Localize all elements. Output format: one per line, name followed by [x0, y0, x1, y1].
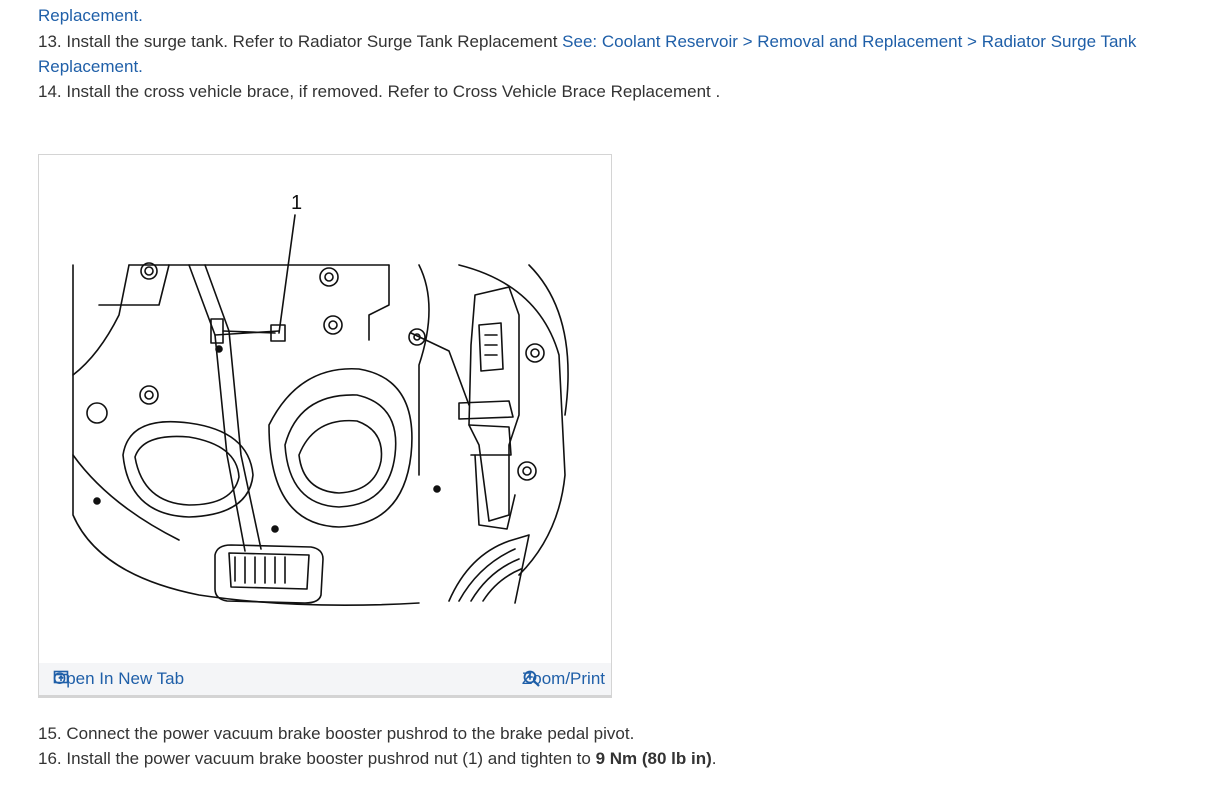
- surge-tank-link[interactable]: See: Coolant Reservoir > Removal and Rep…: [562, 32, 1136, 51]
- open-in-new-tab-icon: [53, 670, 69, 684]
- surge-tank-link-continued[interactable]: Replacement.: [38, 57, 143, 76]
- bolt-markers: [86, 262, 545, 533]
- zoom-print-button[interactable]: Zoom/Print: [522, 669, 605, 689]
- callout-leader: [278, 214, 296, 334]
- step-14-text: 14. Install the cross vehicle brace, if …: [38, 82, 721, 101]
- step-15-text: 15. Connect the power vacuum brake boost…: [38, 724, 635, 743]
- open-in-new-tab-button[interactable]: Open In New Tab: [53, 669, 184, 689]
- brake-pedal-pad: [214, 544, 324, 604]
- figure-footer: Open In New Tab Zoom/Print: [39, 663, 611, 695]
- step-12-link[interactable]: Replacement.: [38, 6, 143, 25]
- booster-openings: [122, 368, 413, 528]
- step-13-continued: Replacement.: [38, 54, 143, 79]
- step-16: 16. Install the power vacuum brake boost…: [38, 746, 716, 771]
- brake-pedal-diagram: 1: [72, 192, 569, 607]
- step-13-text: 13. Install the surge tank. Refer to Rad…: [38, 32, 563, 51]
- accelerator-assembly: [410, 286, 530, 604]
- torque-spec: 9 Nm (80 lb in): [595, 749, 712, 768]
- step-12-tail: Replacement.: [38, 3, 143, 28]
- brake-pedal-arm: [188, 264, 286, 552]
- step-16-text: 16. Install the power vacuum brake boost…: [38, 749, 596, 768]
- step-16-end: .: [711, 749, 717, 768]
- step-15: 15. Connect the power vacuum brake boost…: [38, 721, 634, 746]
- open-in-new-tab-label: Open In New Tab: [53, 669, 185, 688]
- step-13: 13. Install the surge tank. Refer to Rad…: [38, 29, 1136, 54]
- figure-brake-pedal: 1 Open In New Tab Zoom/Print: [38, 154, 612, 698]
- zoom-in-icon: [523, 670, 540, 687]
- step-14: 14. Install the cross vehicle brace, if …: [38, 79, 720, 104]
- callout-label: 1: [291, 192, 302, 214]
